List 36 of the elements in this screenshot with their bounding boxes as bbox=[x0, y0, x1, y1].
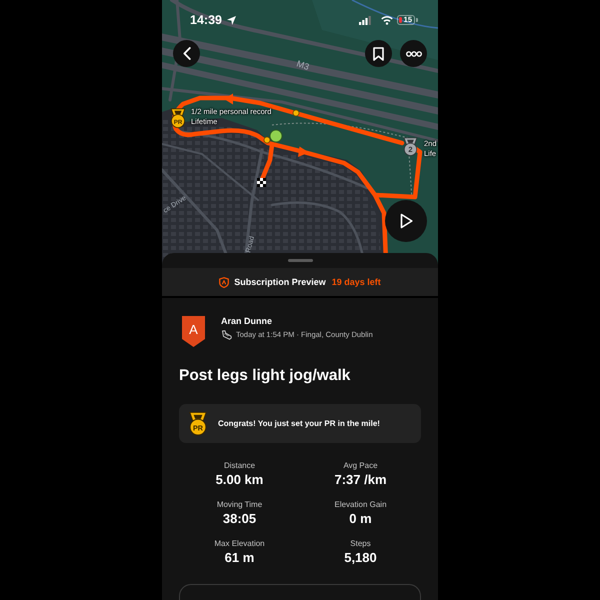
direction-arrow-icon bbox=[224, 94, 233, 104]
stat-value: 5.00 km bbox=[216, 471, 264, 488]
stat-value: 5,180 bbox=[344, 549, 377, 566]
stat-value: 61 m bbox=[224, 549, 254, 566]
stat-value: 0 m bbox=[349, 510, 372, 527]
split-marker-icon bbox=[264, 136, 270, 144]
athlete-name[interactable]: Aran Dunne bbox=[221, 316, 373, 327]
subscription-label: Subscription Preview bbox=[234, 276, 326, 288]
status-time: 14:39 bbox=[190, 12, 222, 28]
achievement-text: Congrats! You just set your PR in the mile! bbox=[218, 418, 380, 429]
road-label: M3 bbox=[295, 58, 310, 72]
stat-label: Max Elevation bbox=[214, 538, 265, 549]
signal-icon bbox=[359, 16, 371, 25]
sheet-handle[interactable] bbox=[288, 258, 312, 262]
stat-label: Distance bbox=[224, 460, 256, 471]
bookmark-icon bbox=[373, 46, 384, 60]
stat-value: 38:05 bbox=[222, 510, 256, 527]
activity-title: Post legs light jog/walk bbox=[179, 366, 352, 386]
more-icon bbox=[406, 50, 422, 56]
stat-label: Elevation Gain bbox=[334, 499, 387, 510]
subscription-banner[interactable]: Subscription Preview 19 days left bbox=[162, 268, 438, 298]
avatar[interactable]: A bbox=[182, 316, 205, 347]
shield-icon bbox=[219, 276, 230, 288]
shoe-icon bbox=[221, 330, 232, 340]
chevron-left-icon bbox=[182, 47, 190, 60]
direction-arrow-icon bbox=[298, 146, 309, 157]
stat-label: Avg Pace bbox=[343, 460, 378, 471]
play-icon bbox=[400, 213, 412, 229]
stat-label: Moving Time bbox=[216, 499, 262, 510]
split-marker-icon bbox=[292, 110, 300, 116]
location-arrow-icon bbox=[227, 16, 236, 25]
stat-label: Steps bbox=[350, 538, 371, 549]
wifi-icon bbox=[381, 15, 393, 25]
days-left: 19 days left bbox=[332, 276, 381, 288]
stat-value: 7:37 /km bbox=[334, 471, 387, 488]
finish-flag-icon bbox=[257, 178, 266, 187]
